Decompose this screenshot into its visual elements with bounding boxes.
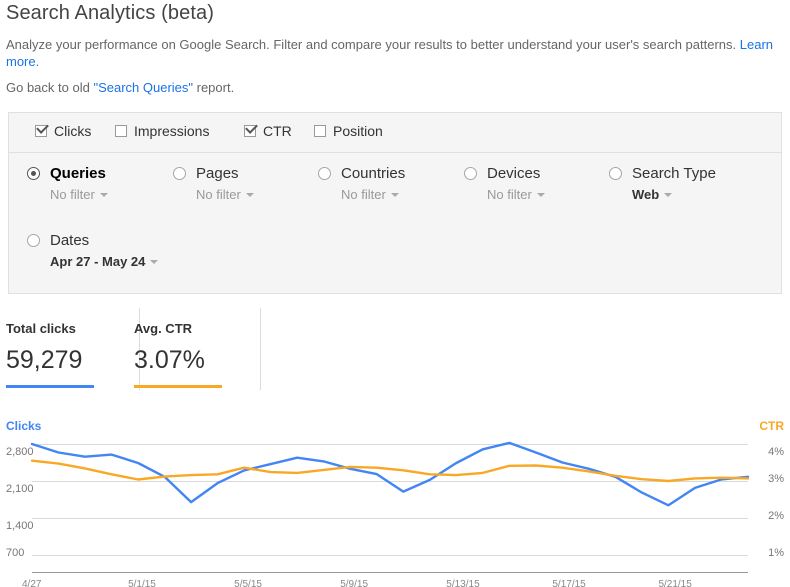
x-tick-label: 4/27 [22, 579, 41, 587]
date-range-label: Apr 27 - May 24 [50, 254, 145, 269]
search-analytics-page: Search Analytics (beta) Analyze your per… [0, 0, 790, 587]
stat-total-clicks: Total clicks 59,279 [0, 308, 140, 390]
metric-checkbox-position[interactable]: Position [314, 123, 383, 139]
metric-label: Position [333, 123, 383, 139]
dimension-header[interactable]: Dates [27, 232, 158, 249]
radio-icon[interactable] [27, 167, 40, 180]
stat-underline-ctr [134, 385, 222, 388]
dimension-filter-devices[interactable]: No filter [487, 187, 545, 202]
chart-plot-area [0, 404, 790, 587]
dimension-label: Dates [50, 232, 89, 249]
metric-checkbox-impressions[interactable]: Impressions [115, 123, 209, 139]
metrics-row: Clicks Impressions CTR Position [9, 113, 781, 153]
dimension-dates[interactable]: Dates Apr 27 - May 24 [27, 232, 158, 271]
metric-label: Clicks [54, 123, 91, 139]
old-report-text: Go back to old "Search Queries" report. [6, 80, 234, 95]
performance-chart: Clicks CTR 2,800 2,100 1,400 700 4% 3% 2… [0, 404, 790, 587]
metric-checkbox-clicks[interactable]: Clicks [35, 123, 91, 139]
intro-text-tail: . [36, 54, 40, 69]
x-tick-label: 5/21/15 [658, 579, 691, 587]
page-title: Search Analytics (beta) [6, 2, 214, 25]
dimension-filter-dates[interactable]: Apr 27 - May 24 [50, 254, 158, 269]
checkbox-icon[interactable] [314, 125, 326, 137]
stat-label: Avg. CTR [134, 321, 246, 336]
stat-value: 59,279 [6, 346, 125, 375]
dimension-countries[interactable]: Countries No filter [318, 165, 405, 204]
x-tick-label: 5/17/15 [552, 579, 585, 587]
chevron-down-icon [150, 260, 158, 264]
stats-row: Total clicks 59,279 Avg. CTR 3.07% [0, 308, 790, 400]
radio-icon[interactable] [464, 167, 477, 180]
radio-icon[interactable] [609, 167, 622, 180]
dimension-header[interactable]: Search Type [609, 165, 716, 182]
dimension-filter-label: No filter [196, 187, 241, 202]
filter-panel: Clicks Impressions CTR Position Queries [8, 112, 782, 294]
stat-underline-clicks [6, 385, 94, 388]
dimension-label: Countries [341, 165, 405, 182]
x-tick-label: 5/1/15 [128, 579, 156, 587]
dimension-header[interactable]: Countries [318, 165, 405, 182]
old-report-suffix: report. [193, 80, 234, 95]
stat-value: 3.07% [134, 346, 246, 375]
x-tick-label: 5/9/15 [340, 579, 368, 587]
checkbox-icon[interactable] [35, 125, 47, 137]
radio-icon[interactable] [27, 234, 40, 247]
dimension-label: Search Type [632, 165, 716, 182]
dimension-header[interactable]: Devices [464, 165, 545, 182]
x-tick-label: 5/13/15 [446, 579, 479, 587]
dimension-pages[interactable]: Pages No filter [173, 165, 254, 204]
dimension-label: Queries [50, 165, 106, 182]
x-tick-label: 5/5/15 [234, 579, 262, 587]
dimension-header[interactable]: Queries [27, 165, 108, 182]
dimension-filter-label: No filter [50, 187, 95, 202]
search-queries-link[interactable]: "Search Queries" [93, 80, 193, 95]
dimension-search-type[interactable]: Search Type Web [609, 165, 716, 204]
metric-label: Impressions [134, 123, 209, 139]
radio-icon[interactable] [173, 167, 186, 180]
stat-label: Total clicks [6, 321, 125, 336]
dimension-queries[interactable]: Queries No filter [27, 165, 108, 204]
chevron-down-icon [391, 193, 399, 197]
chevron-down-icon [246, 193, 254, 197]
dimension-filter-queries[interactable]: No filter [50, 187, 108, 202]
stat-avg-ctr: Avg. CTR 3.07% [128, 308, 261, 390]
dimension-filter-search-type[interactable]: Web [632, 187, 672, 202]
dimension-filter-pages[interactable]: No filter [196, 187, 254, 202]
chevron-down-icon [664, 193, 672, 197]
metric-label: CTR [263, 123, 292, 139]
series-line-clicks [32, 443, 748, 505]
dimension-filter-label: No filter [341, 187, 386, 202]
checkbox-icon[interactable] [115, 125, 127, 137]
metric-checkbox-ctr[interactable]: CTR [244, 123, 292, 139]
dimension-label: Devices [487, 165, 540, 182]
dimension-label: Pages [196, 165, 239, 182]
dimension-devices[interactable]: Devices No filter [464, 165, 545, 204]
old-report-prefix: Go back to old [6, 80, 93, 95]
dimension-filter-label: Web [632, 187, 659, 202]
dimension-filter-label: No filter [487, 187, 532, 202]
intro-text: Analyze your performance on Google Searc… [6, 36, 784, 70]
dimension-header[interactable]: Pages [173, 165, 254, 182]
intro-text-body: Analyze your performance on Google Searc… [6, 37, 740, 52]
checkbox-icon[interactable] [244, 125, 256, 137]
chevron-down-icon [537, 193, 545, 197]
chevron-down-icon [100, 193, 108, 197]
radio-icon[interactable] [318, 167, 331, 180]
dimension-filter-countries[interactable]: No filter [341, 187, 399, 202]
